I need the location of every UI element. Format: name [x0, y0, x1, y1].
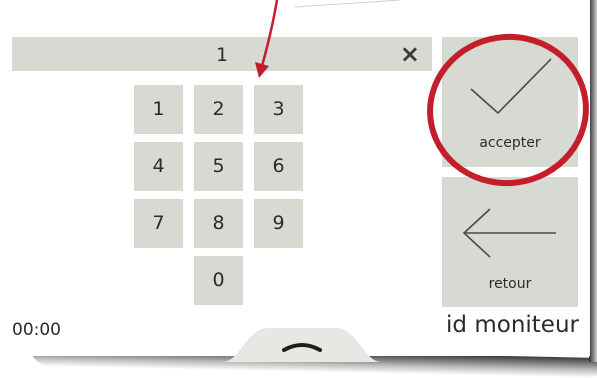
key-8[interactable]: 8 [194, 199, 243, 248]
key-4[interactable]: 4 [134, 142, 183, 191]
key-0[interactable]: 0 [194, 256, 243, 305]
device-shadow-right [589, 0, 597, 362]
accept-label: accepter [479, 135, 541, 151]
key-1[interactable]: 1 [134, 85, 183, 134]
key-2[interactable]: 2 [194, 85, 243, 134]
checkmark-icon [470, 58, 552, 115]
bottom-pull-tab[interactable] [222, 322, 382, 362]
key-3[interactable]: 3 [254, 85, 303, 134]
entry-value: 1 [215, 44, 229, 66]
key-6[interactable]: 6 [254, 142, 303, 191]
close-icon[interactable]: × [400, 39, 420, 69]
arrow-left-icon [462, 208, 556, 258]
key-7[interactable]: 7 [134, 199, 183, 248]
back-label: retour [488, 276, 532, 292]
screen-title: id moniteur [446, 312, 579, 338]
entry-display: 1 × [12, 37, 432, 71]
back-button[interactable]: retour [442, 177, 578, 307]
key-5[interactable]: 5 [194, 142, 243, 191]
accept-button[interactable]: accepter [442, 37, 578, 167]
key-9[interactable]: 9 [254, 199, 303, 248]
device-screen: 1 × 1 2 3 4 5 6 7 8 9 0 accepter retour … [0, 0, 590, 362]
timer: 00:00 [12, 320, 61, 340]
